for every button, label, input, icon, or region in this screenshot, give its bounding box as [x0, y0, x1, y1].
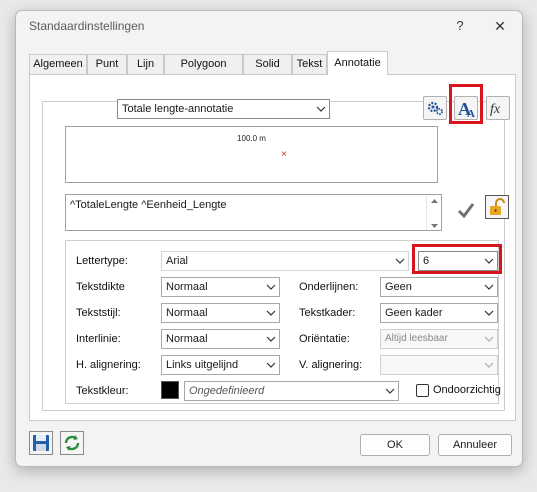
ondoorzichtig-checkbox[interactable] — [416, 384, 429, 397]
save-icon[interactable] — [29, 431, 53, 455]
font-family-select[interactable]: Arial — [161, 251, 409, 271]
tekstkader-select[interactable]: Geen kader — [380, 303, 498, 323]
expression-text: ^TotaleLengte ^Eenheid_Lengte — [70, 199, 227, 211]
chevron-down-icon — [385, 382, 395, 400]
interlinie-select[interactable]: Normaal — [161, 329, 280, 349]
help-button[interactable]: ? — [450, 17, 470, 35]
annotation-type-value: Totale lengte-annotatie — [122, 103, 234, 115]
text-color-swatch[interactable] — [161, 381, 179, 399]
close-button[interactable]: ✕ — [490, 17, 510, 35]
v-alignering-select[interactable] — [380, 355, 498, 375]
title-bar: Standaardinstellingen ? ✕ — [16, 11, 522, 41]
text-color-select[interactable]: Ongedefinieerd — [184, 381, 399, 401]
text-color-value: Ongedefinieerd — [189, 385, 265, 397]
highlight-frame-style — [449, 84, 483, 124]
tekststijl-select[interactable]: Normaal — [161, 303, 280, 323]
orientatie-select[interactable]: Altijd leesbaar — [380, 329, 498, 349]
chevron-down-icon — [266, 356, 276, 374]
chevron-down-icon — [484, 356, 494, 374]
interlinie-label: Interlinie: — [76, 333, 121, 345]
onderlijnen-select[interactable]: Geen — [380, 277, 498, 297]
annotation-preview: 100.0 m × — [65, 126, 438, 183]
v-alignering-label: V. alignering: — [299, 359, 363, 371]
svg-text:fx: fx — [490, 102, 501, 117]
chevron-down-icon — [266, 304, 276, 322]
font-family-value: Arial — [166, 255, 189, 267]
chevron-down-icon — [484, 278, 494, 296]
preview-marker: × — [281, 149, 287, 160]
expression-scrollbar[interactable] — [426, 195, 441, 230]
cancel-button[interactable]: Annuleer — [438, 434, 512, 456]
font-settings-group: Lettertype: Arial 6 Tekstdikte Normaal O… — [65, 240, 502, 404]
tekstkader-value: Geen kader — [385, 307, 443, 319]
lock-icon[interactable] — [485, 195, 509, 219]
tab-polygoon[interactable]: Polygoon — [164, 54, 243, 74]
tekstdikte-select[interactable]: Normaal — [161, 277, 280, 297]
window-title: Standaardinstellingen — [29, 19, 145, 33]
chevron-down-icon — [395, 252, 405, 270]
annotation-panel: Totale lengte-annotatie A A fx 100.0 m × — [29, 74, 516, 421]
tab-solid[interactable]: Solid — [243, 54, 292, 74]
highlight-frame-size — [412, 244, 502, 274]
lettertype-label: Lettertype: — [76, 255, 128, 267]
onderlijnen-value: Geen — [385, 281, 412, 293]
chevron-down-icon — [266, 330, 276, 348]
orientatie-value: Altijd leesbaar — [385, 333, 448, 344]
tab-algemeen[interactable]: Algemeen — [29, 54, 87, 74]
orientatie-label: Oriëntatie: — [299, 333, 350, 345]
tab-annotatie[interactable]: Annotatie — [327, 51, 388, 75]
refresh-icon[interactable] — [60, 431, 84, 455]
h-alignering-select[interactable]: Links uitgelijnd — [161, 355, 280, 375]
tekststijl-label: Tekststijl: — [76, 307, 121, 319]
annotation-type-select[interactable]: Totale lengte-annotatie — [117, 99, 330, 119]
chevron-down-icon — [316, 100, 326, 118]
h-alignering-value: Links uitgelijnd — [166, 359, 239, 371]
tekstdikte-value: Normaal — [166, 281, 208, 293]
chevron-down-icon — [484, 330, 494, 348]
preview-label: 100.0 m — [237, 134, 266, 143]
settings-dialog: Standaardinstellingen ? ✕ Algemeen Punt … — [15, 10, 523, 467]
function-fx-icon[interactable]: fx — [486, 96, 510, 120]
chevron-down-icon — [266, 278, 276, 296]
tekststijl-value: Normaal — [166, 307, 208, 319]
tekstkader-label: Tekstkader: — [299, 307, 356, 319]
tab-tekst[interactable]: Tekst — [292, 54, 327, 74]
tekstdikte-label: Tekstdikte — [76, 281, 125, 293]
tekstkleur-label: Tekstkleur: — [76, 385, 129, 397]
interlinie-value: Normaal — [166, 333, 208, 345]
chevron-down-icon — [484, 304, 494, 322]
ok-button[interactable]: OK — [360, 434, 430, 456]
tab-lijn[interactable]: Lijn — [127, 54, 164, 74]
ondoorzichtig-label: Ondoorzichtig — [433, 384, 501, 396]
onderlijnen-label: Onderlijnen: — [299, 281, 359, 293]
tab-punt[interactable]: Punt — [87, 54, 127, 74]
h-alignering-label: H. alignering: — [76, 359, 141, 371]
checkmark-icon[interactable] — [456, 200, 476, 220]
expression-field[interactable]: ^TotaleLengte ^Eenheid_Lengte — [65, 194, 442, 231]
gear-settings-icon[interactable] — [423, 96, 447, 120]
